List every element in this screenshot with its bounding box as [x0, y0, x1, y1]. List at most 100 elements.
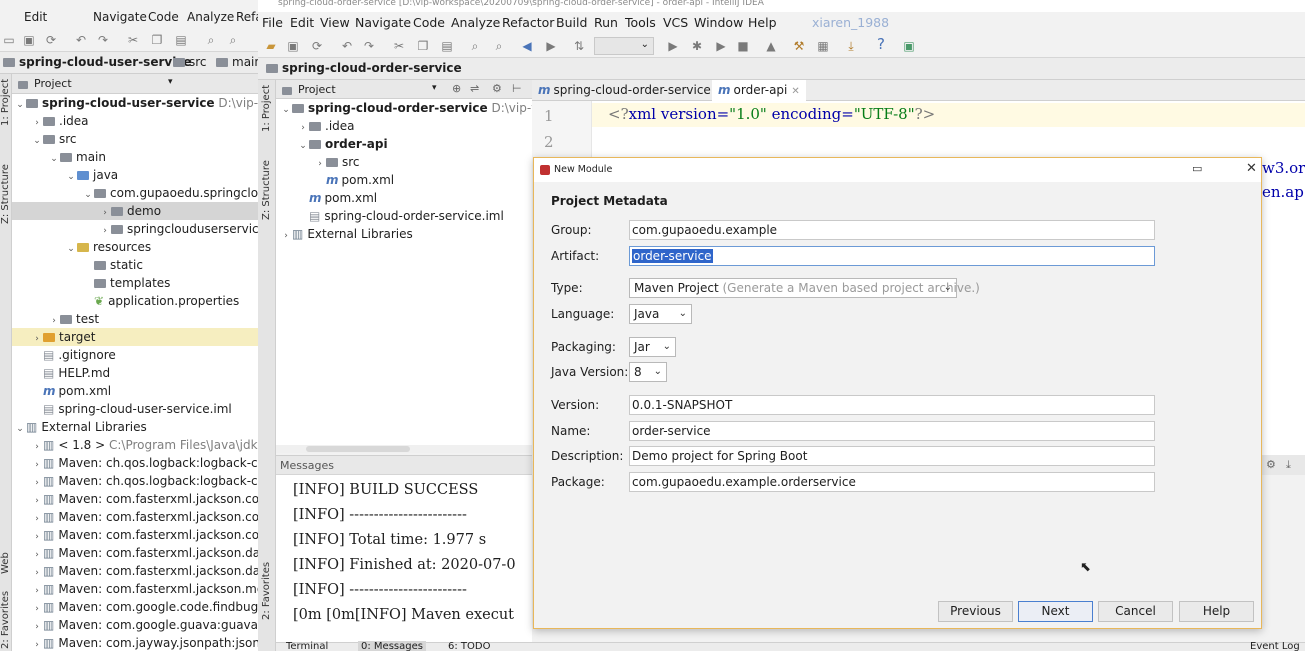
tree-item[interactable]: ❦ application.properties — [12, 292, 258, 310]
tree-item[interactable]: › ▥ Maven: com.fasterxml.jackson.core:j — [12, 526, 258, 544]
undo-icon[interactable]: ↶ — [74, 33, 88, 47]
back-menu-code[interactable]: Code — [148, 10, 179, 24]
cut-icon[interactable]: ✂ — [392, 39, 406, 53]
next-button[interactable]: Next — [1018, 601, 1093, 622]
run-config-dropdown[interactable]: ⌄ — [594, 37, 654, 55]
open-icon[interactable]: ▰ — [264, 39, 278, 53]
crumb-src[interactable]: src — [173, 55, 207, 69]
tree-item[interactable]: › ▥ Maven: ch.qos.logback:logback-core — [12, 472, 258, 490]
tree-item[interactable]: ›▥Maven: com.google.guava:guava:16. — [12, 616, 258, 634]
menu-window[interactable]: Window — [694, 15, 743, 30]
side-tab-project[interactable]: 1: Project — [261, 85, 272, 132]
tree-item[interactable]: › .idea — [12, 112, 258, 130]
type-select[interactable]: Maven Project (Generate a Maven based pr… — [629, 278, 980, 298]
collapse-icon[interactable]: ⇌ — [470, 82, 479, 95]
tree-item[interactable]: › demo — [12, 202, 258, 220]
gear-icon[interactable]: ⚙ — [492, 82, 502, 95]
tab-event-log[interactable]: Event Log — [1250, 641, 1300, 651]
save-icon[interactable]: ▣ — [22, 33, 36, 47]
tree-item[interactable]: › test — [12, 310, 258, 328]
paste-icon[interactable]: ▤ — [174, 33, 188, 47]
tree-item[interactable]: ⌄ ▥ External Libraries — [12, 418, 258, 436]
package-field[interactable]: com.gupaoedu.example.orderservice — [629, 472, 1155, 492]
paste-icon[interactable]: ▤ — [440, 39, 454, 53]
tree-item[interactable]: m pom.xml — [276, 171, 532, 189]
tree-item[interactable]: ⌄ spring-cloud-order-service D:\vip-work — [276, 99, 560, 117]
tree-horizontal-scrollbar[interactable] — [276, 445, 532, 453]
tree-item[interactable]: ⌄ src — [12, 130, 258, 148]
group-field[interactable]: com.gupaoedu.example — [629, 220, 1155, 240]
menu-help[interactable]: Help — [748, 15, 777, 30]
sdk-icon[interactable]: ⤓ — [844, 39, 858, 53]
tree-item[interactable]: › ▥ Maven: com.fasterxml.jackson.datat — [12, 562, 258, 580]
menu-vcs[interactable]: VCS — [663, 15, 688, 30]
tree-item[interactable]: ⌄ com.gupaoedu.springclou — [12, 184, 258, 202]
tree-item[interactable]: ▤ spring-cloud-order-service.iml — [276, 207, 532, 225]
tree-item[interactable]: ⌄ java — [12, 166, 258, 184]
tree-item[interactable]: templates — [12, 274, 258, 292]
side-tab-structure[interactable]: Z: Structure — [261, 160, 272, 220]
tree-item[interactable]: ⌄ resources — [12, 238, 258, 256]
tree-item[interactable]: › target — [12, 328, 258, 346]
undo-icon[interactable]: ↶ — [340, 39, 354, 53]
hide-icon[interactable]: ⊢ — [512, 82, 522, 95]
java-version-select[interactable]: 8 ⌄ — [629, 362, 667, 382]
packaging-select[interactable]: Jar ⌄ — [629, 337, 676, 357]
artifact-field[interactable]: order-service — [629, 246, 1155, 266]
tree-item[interactable]: ›▥Maven: ch.qos.logback:logback-class — [12, 454, 258, 472]
tree-item[interactable]: ⌄spring-cloud-user-service D:\vip-work — [12, 94, 258, 112]
tab-spring-cloud-order-service[interactable]: m spring-cloud-order-service — [532, 80, 717, 101]
tree-item[interactable]: ⌄ order-api — [276, 135, 532, 153]
copy-icon[interactable]: ❐ — [416, 39, 430, 53]
tab-messages[interactable]: 0: Messages — [358, 641, 426, 651]
globe-icon[interactable]: ⊕ — [452, 82, 461, 95]
back-menu-analyze[interactable]: Analyze — [187, 10, 234, 24]
forward-arrow-icon[interactable]: ▶ — [544, 39, 558, 53]
tree-item[interactable]: m pom.xml — [12, 382, 258, 400]
tab-todo[interactable]: 6: TODO — [448, 641, 490, 651]
vcs-icon[interactable]: ▲ — [764, 39, 778, 53]
menu-file[interactable]: File — [262, 15, 283, 30]
run-icon[interactable]: ▶ — [666, 39, 680, 53]
language-select[interactable]: Java ⌄ — [629, 304, 692, 324]
back-arrow-icon[interactable]: ◀ — [520, 39, 534, 53]
sync-icon[interactable]: ⟳ — [44, 33, 58, 47]
previous-button[interactable]: Previous — [938, 601, 1013, 622]
side-tab-web[interactable]: Web — [0, 552, 11, 574]
restore-icon[interactable]: ▭ — [1192, 162, 1202, 175]
crumb-main[interactable]: main — [216, 55, 262, 69]
tree-item[interactable]: ▤ .gitignore — [12, 346, 258, 364]
coverage-icon[interactable]: ▶ — [714, 39, 728, 53]
tree-item[interactable]: › ▥ Maven: com.fasterxml.jackson.core:j — [12, 508, 258, 526]
side-tab-structure[interactable]: Z: Structure — [0, 164, 11, 224]
side-tab-favorites[interactable]: 2: Favorites — [261, 562, 272, 620]
version-field[interactable]: 0.0.1-SNAPSHOT — [629, 395, 1155, 415]
back-menu-navigate[interactable]: Navigate — [93, 10, 147, 24]
description-field[interactable]: Demo project for Spring Boot — [629, 446, 1155, 466]
redo-icon[interactable]: ↷ — [362, 39, 376, 53]
tree-item[interactable]: › ▥ Maven: com.fasterxml.jackson.core:j — [12, 490, 258, 508]
menu-code[interactable]: Code — [413, 15, 445, 30]
chevron-down-icon[interactable]: ▾ — [432, 83, 437, 93]
scrollbar-thumb[interactable] — [306, 446, 410, 452]
tree-item[interactable]: ▤ HELP.md — [12, 364, 258, 382]
tree-item[interactable]: ▤ spring-cloud-user-service.iml — [12, 400, 258, 418]
tree-item[interactable]: m pom.xml — [276, 189, 532, 207]
menu-build[interactable]: Build — [556, 15, 587, 30]
close-icon[interactable]: ✕ — [1246, 161, 1257, 176]
save-icon[interactable]: ▣ — [286, 39, 300, 53]
crumb-order-service[interactable]: spring-cloud-order-service — [266, 61, 462, 75]
menu-view[interactable]: View — [320, 15, 350, 30]
copy-icon[interactable]: ❐ — [150, 33, 164, 47]
settings-wrench-icon[interactable]: ⚒ — [792, 39, 806, 53]
find-icon[interactable]: ⌕ — [468, 39, 482, 53]
tree-item[interactable]: › src — [276, 153, 532, 171]
debug-icon[interactable]: ✱ — [690, 39, 704, 53]
menu-edit[interactable]: Edit — [290, 15, 314, 30]
tree-item[interactable]: › ▥ Maven: com.fasterxml.jackson.modu — [12, 580, 258, 598]
plugin-icon[interactable]: ▣ — [902, 39, 916, 53]
tree-item[interactable]: › springclouduserservice — [12, 220, 258, 238]
menu-navigate[interactable]: Navigate — [355, 15, 411, 30]
close-icon[interactable]: ✕ — [791, 86, 799, 97]
name-field[interactable]: order-service — [629, 421, 1155, 441]
